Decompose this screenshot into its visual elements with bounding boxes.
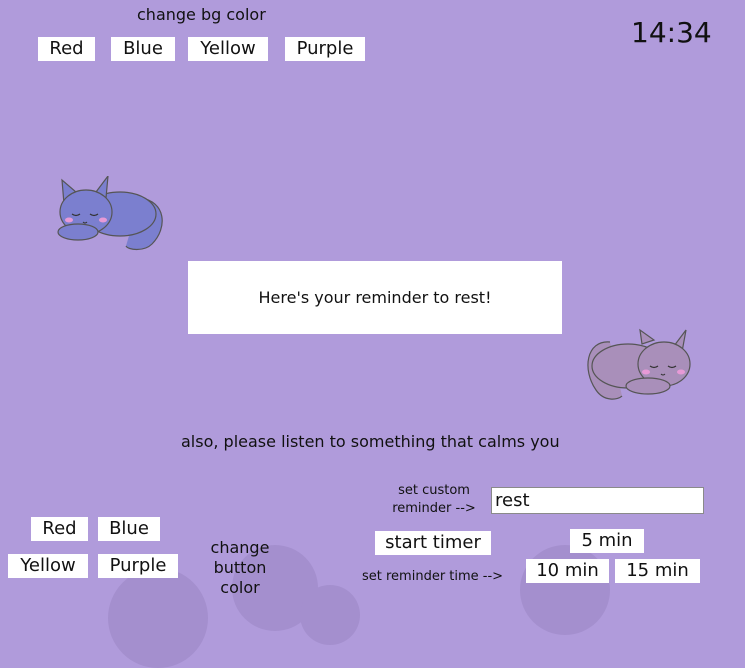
bg-red-button[interactable]: Red: [38, 37, 95, 61]
bg-purple-button[interactable]: Purple: [285, 37, 365, 61]
bg-color-title: change bg color: [137, 5, 266, 24]
clock: 14:34: [631, 16, 712, 49]
button-red-button[interactable]: Red: [31, 517, 88, 541]
button-blue-button[interactable]: Blue: [98, 517, 160, 541]
custom-reminder-input[interactable]: [491, 487, 704, 514]
timer-15-min-button[interactable]: 15 min: [615, 559, 700, 583]
start-timer-button[interactable]: start timer: [375, 531, 491, 555]
button-color-title: change button color: [210, 538, 270, 597]
sleeping-blue-cat-icon: [57, 176, 163, 251]
custom-reminder-label: set custom reminder -->: [392, 483, 476, 516]
timer-10-min-button[interactable]: 10 min: [526, 559, 609, 583]
calm-message: also, please listen to something that ca…: [181, 432, 560, 451]
reminder-message-box: Here's your reminder to rest!: [188, 261, 562, 334]
bg-blue-button[interactable]: Blue: [111, 37, 175, 61]
button-purple-button[interactable]: Purple: [98, 554, 178, 578]
set-reminder-time-label: set reminder time -->: [362, 569, 504, 584]
reminder-message: Here's your reminder to rest!: [258, 288, 492, 307]
bg-yellow-button[interactable]: Yellow: [188, 37, 268, 61]
button-yellow-button[interactable]: Yellow: [8, 554, 88, 578]
bg-blob: [300, 585, 360, 645]
timer-5-min-button[interactable]: 5 min: [570, 529, 644, 553]
sleeping-pink-cat-icon: [587, 328, 691, 400]
